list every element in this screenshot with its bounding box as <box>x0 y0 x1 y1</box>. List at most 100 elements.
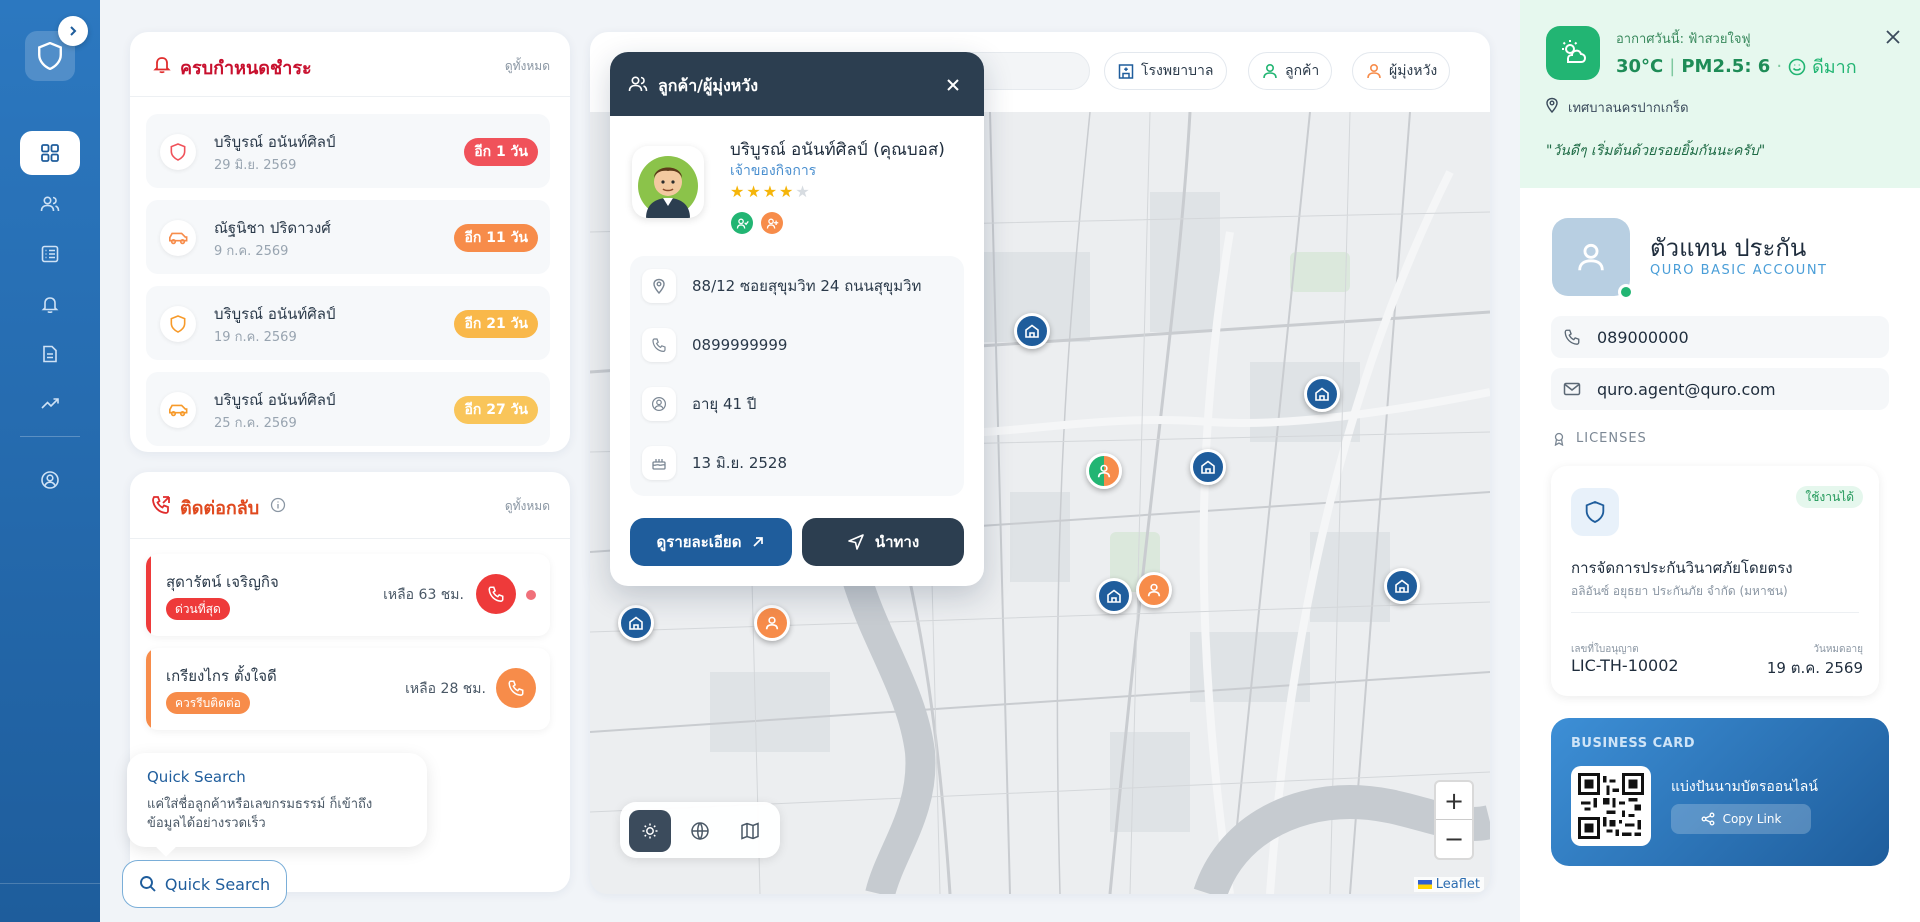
weather-icon <box>1546 26 1600 80</box>
sidebar-item-dashboard[interactable] <box>20 131 80 175</box>
sidebar-item-reports[interactable] <box>20 382 80 426</box>
sidebar-collapse-button[interactable] <box>58 16 88 46</box>
info-row-address: 88/12 ซอยสุขุมวิท 24 ถนนสุขุมวิท <box>642 268 921 304</box>
sidebar-item-profile[interactable] <box>20 458 80 502</box>
star-empty-icon: ★ <box>795 182 810 201</box>
map-attribution[interactable]: Leaflet <box>1413 877 1484 892</box>
shield-icon <box>38 42 62 70</box>
quick-search-label: Quick Search <box>164 874 271 894</box>
shield-icon <box>160 134 196 170</box>
hospital-icon <box>629 616 643 630</box>
callback-priority-tag: ควรรีบติดต่อ <box>166 692 250 714</box>
user-icon <box>765 616 779 630</box>
satellite-map-button[interactable] <box>679 810 721 852</box>
star-filled-icon: ★ <box>762 182 778 201</box>
due-item[interactable]: ณัฐนิชา ปริดาวงศ์ 9 ก.ค. 2569 อีก 11 วัน <box>146 200 550 274</box>
air-quality: ดีมาก <box>1812 57 1857 78</box>
sun-icon <box>642 823 658 839</box>
due-item[interactable]: บริบูรณ์ อนันท์ศิลป์ 29 มิ.ย. 2569 อีก 1… <box>146 114 550 188</box>
hospital-marker[interactable] <box>1384 568 1420 604</box>
bell-icon <box>41 297 59 314</box>
location-pin-icon <box>642 269 676 303</box>
business-card-heading: BUSINESS CARD <box>1571 736 1695 751</box>
call-button[interactable] <box>476 574 516 614</box>
hospital-marker[interactable] <box>618 605 654 641</box>
callback-remaining-time: เหลือ 28 ชม. <box>405 681 486 697</box>
close-panel-button[interactable] <box>1874 18 1912 56</box>
smile-icon <box>1788 58 1806 75</box>
due-item[interactable]: บริบูรณ์ อนันท์ศิลป์ 25 ก.ค. 2569 อีก 27… <box>146 372 550 446</box>
quick-search-button[interactable]: Quick Search <box>122 860 287 908</box>
navigate-button[interactable]: นำทาง <box>802 518 964 566</box>
quick-search-tooltip: Quick Search แค่ใส่ชื่อลูกค้าหรือเลขกรมธ… <box>127 753 427 857</box>
sidebar-item-notifications[interactable] <box>20 282 80 326</box>
phone-callback-icon <box>152 496 170 514</box>
zoom-in-button[interactable]: + <box>1436 782 1472 820</box>
callback-item[interactable]: เกรียงไกร ตั้งใจดี ควรรีบติดต่อ เหลือ 28… <box>146 648 550 730</box>
popup-customer-name: บริบูรณ์ อนันท์ศิลป์ (คุณบอส) <box>730 140 945 160</box>
due-item-name: บริบูรณ์ อนันท์ศิลป์ <box>214 305 336 323</box>
sidebar-item-list[interactable] <box>20 232 80 276</box>
user-circle-icon <box>41 471 59 489</box>
license-card[interactable]: ใช้งานได้ การจัดการประกันวินาศภัยโดยตรง … <box>1551 466 1879 696</box>
sidebar-item-customers[interactable] <box>20 182 80 226</box>
due-item-badge: อีก 11 วัน <box>454 224 538 252</box>
due-item-date: 25 ก.ค. 2569 <box>214 416 297 431</box>
weather-pm: PM2.5: 6 <box>1681 56 1771 77</box>
callback-view-all-link[interactable]: ดูทั้งหมด <box>505 497 550 516</box>
document-icon <box>43 345 57 363</box>
prospect-marker[interactable] <box>754 605 790 641</box>
hospital-marker[interactable] <box>1190 449 1226 485</box>
filter-hospital-button[interactable]: โรงพยาบาล <box>1104 52 1227 90</box>
close-icon[interactable] <box>946 78 960 92</box>
users-icon <box>628 76 648 92</box>
due-payments-title: ครบกำหนดชำระ <box>180 58 312 78</box>
weather-label: อากาศวันนี้: ฟ้าสวยใจฟู <box>1616 32 1751 47</box>
award-icon <box>1554 432 1564 446</box>
street-map-button[interactable] <box>729 810 771 852</box>
filter-prospect-button[interactable]: ผู้มุ่งหวัง <box>1352 52 1451 90</box>
hospital-marker[interactable] <box>1304 376 1340 412</box>
customer-prospect-marker[interactable] <box>1086 453 1122 489</box>
quick-search-tip-line2: ข้อมูลได้อย่างรวดเร็ว <box>147 816 266 831</box>
map-style-switcher <box>620 802 780 858</box>
popup-phone[interactable]: 0899999999 <box>692 336 787 354</box>
filter-customer-button[interactable]: ลูกค้า <box>1248 52 1333 90</box>
prospect-marker[interactable] <box>1136 572 1172 608</box>
due-payments-card: ครบกำหนดชำระ ดูทั้งหมด บริบูรณ์ อนันท์ศิ… <box>130 32 570 452</box>
agent-email-field[interactable]: quro.agent@quro.com <box>1551 368 1889 410</box>
sidebar-item-documents[interactable] <box>20 332 80 376</box>
separator: · <box>1776 56 1783 77</box>
due-item-badge: อีก 21 วัน <box>454 310 538 338</box>
hospital-marker[interactable] <box>1014 313 1050 349</box>
popup-birthday: 13 มิ.ย. 2528 <box>692 454 788 472</box>
separator: | <box>1669 56 1676 77</box>
agent-phone: 089000000 <box>1597 327 1689 347</box>
hospital-icon <box>1107 589 1121 603</box>
arrow-up-right-icon <box>753 537 764 547</box>
popup-age: อายุ 41 ปี <box>692 395 757 413</box>
agent-phone-field[interactable]: 089000000 <box>1551 316 1889 358</box>
due-view-all-link[interactable]: ดูทั้งหมด <box>505 57 550 76</box>
star-filled-icon: ★ <box>779 182 794 201</box>
license-number: LIC-TH-10002 <box>1571 656 1679 675</box>
agent-avatar[interactable] <box>1552 218 1634 300</box>
qr-code[interactable] <box>1571 766 1651 846</box>
share-card-text: แบ่งปันนามบัตรออนไลน์ <box>1671 779 1818 795</box>
light-map-button[interactable] <box>629 810 671 852</box>
zoom-out-button[interactable]: − <box>1436 820 1472 858</box>
call-button[interactable] <box>496 668 536 708</box>
phone-icon <box>508 680 524 696</box>
callback-item[interactable]: สุดารัตน์ เจริญกิจ ด่วนที่สุด เหลือ 63 ช… <box>146 554 550 636</box>
priority-bar <box>146 554 151 636</box>
hospital-marker[interactable] <box>1096 578 1132 614</box>
due-item[interactable]: บริบูรณ์ อนันท์ศิลป์ 19 ก.ค. 2569 อีก 21… <box>146 286 550 360</box>
phone-icon <box>1564 329 1580 345</box>
view-details-button[interactable]: ดูรายละเอียด <box>630 518 792 566</box>
info-icon[interactable] <box>270 497 286 513</box>
copy-link-button[interactable]: Copy Link <box>1671 804 1811 834</box>
search-icon <box>139 876 156 892</box>
rating-stars: ★ ★ ★ ★ ★ <box>730 182 810 201</box>
phone-icon <box>642 328 676 362</box>
due-item-badge: อีก 1 วัน <box>464 138 538 166</box>
